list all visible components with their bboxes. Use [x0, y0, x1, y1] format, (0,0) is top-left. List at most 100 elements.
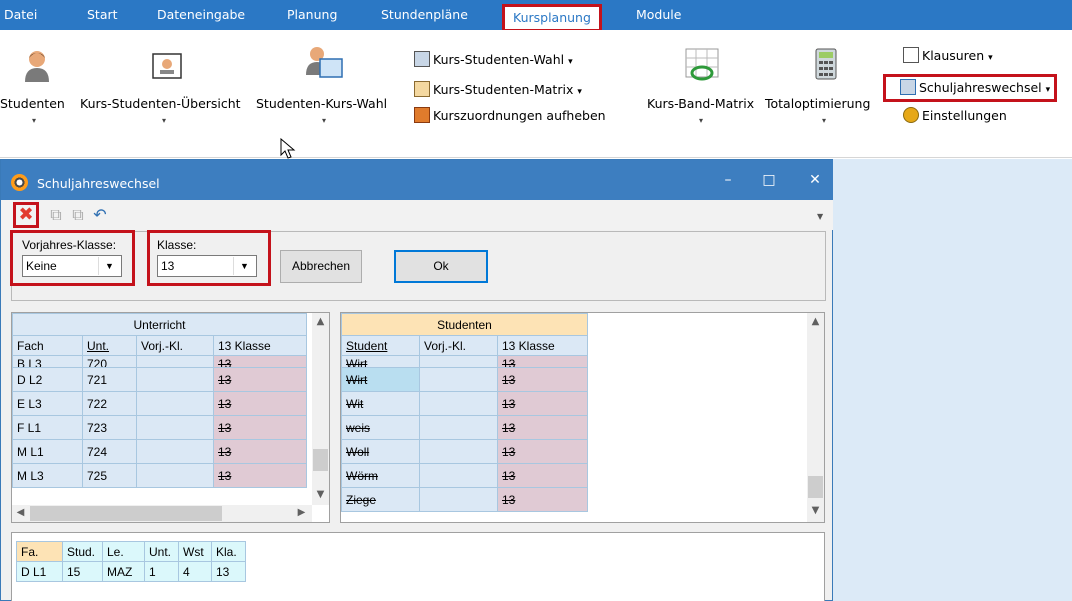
column-header-stud[interactable]: Stud.: [62, 541, 103, 562]
background-area: [833, 159, 1072, 601]
table-row[interactable]: D L2 721 13: [12, 367, 308, 392]
table-row[interactable]: Wirt 13: [341, 355, 589, 368]
chevron-down-icon: ▼: [98, 257, 120, 275]
cell-unt: 723: [82, 415, 137, 440]
vorjahres-klasse-select[interactable]: Keine ▼: [22, 255, 122, 277]
cell-le: MAZ: [102, 561, 145, 582]
horizontal-scrollbar[interactable]: ◀ ▶: [12, 505, 312, 522]
kurs-studenten-matrix-button[interactable]: Kurs-Studenten-Matrix ▾: [414, 80, 582, 100]
cell-vorj: [136, 355, 214, 368]
studenten-table: Studenten Student Vorj.-Kl. 13 Klasse Wi…: [341, 313, 589, 512]
clock-icon: [11, 174, 28, 191]
column-header-unt[interactable]: Unt.: [82, 335, 137, 356]
chevron-down-icon[interactable]: ▼: [807, 505, 824, 516]
ok-button[interactable]: Ok: [394, 250, 488, 283]
cell-student: weis: [341, 415, 420, 440]
undo-icon[interactable]: ↶: [89, 204, 111, 226]
kurs-band-matrix-button[interactable]: Kurs-Band-Matrix ▾: [647, 30, 759, 130]
scrollbar-thumb[interactable]: [808, 476, 823, 498]
chevron-left-icon[interactable]: ◀: [12, 507, 29, 518]
table-row[interactable]: Wit 13: [341, 391, 589, 416]
schuljahreswechsel-label: Schuljahreswechsel: [919, 80, 1042, 95]
ribbon: Studenten ▾ Kurs-Studenten-Übersicht ▾ S…: [0, 30, 1072, 159]
klausuren-label: Klausuren: [922, 48, 985, 63]
minimize-button[interactable]: –: [718, 172, 738, 188]
totaloptimierung-button[interactable]: Totaloptimierung ▾: [765, 30, 883, 130]
column-header-fa[interactable]: Fa.: [16, 541, 63, 562]
maximize-button[interactable]: □: [759, 172, 779, 188]
studenten-kurs-wahl-button[interactable]: Studenten-Kurs-Wahl ▾: [256, 30, 398, 130]
cell-fach: E L3: [12, 391, 83, 416]
column-header-klasse[interactable]: 13 Klasse: [212, 335, 308, 356]
chevron-down-icon: ▾: [162, 116, 167, 125]
copy-icon[interactable]: ⧉: [45, 204, 67, 226]
column-header-unt[interactable]: Unt.: [144, 541, 179, 562]
table-row[interactable]: Wirt 13: [341, 367, 589, 392]
unterricht-group-header: Unterricht: [12, 313, 308, 336]
delete-icon[interactable]: ✖: [13, 202, 39, 228]
table-row[interactable]: weis 13: [341, 415, 589, 440]
vertical-scrollbar[interactable]: ▲ ▼: [312, 313, 329, 505]
table-row[interactable]: Wörm 13: [341, 463, 589, 488]
chevron-down-icon: ▾: [577, 87, 582, 97]
abbrechen-button[interactable]: Abbrechen: [280, 250, 362, 283]
column-header-wst[interactable]: Wst: [178, 541, 212, 562]
chevron-up-icon[interactable]: ▲: [312, 316, 329, 327]
kurszuordnungen-aufheben-button[interactable]: Kurszuordnungen aufheben: [414, 106, 606, 126]
studenten-button[interactable]: Studenten ▾: [0, 30, 72, 130]
table-row[interactable]: F L1 723 13: [12, 415, 308, 440]
column-header-student[interactable]: Student: [341, 335, 420, 356]
table-row[interactable]: E L3 722 13: [12, 391, 308, 416]
kurs-studenten-uebersicht-button[interactable]: Kurs-Studenten-Übersicht ▾: [80, 30, 254, 130]
cell-student: Wit: [341, 391, 420, 416]
paste-icon[interactable]: ⧉: [67, 204, 89, 226]
totaloptimierung-label: Totaloptimierung: [765, 96, 871, 111]
chevron-up-icon[interactable]: ▲: [807, 316, 824, 327]
dialog-titlebar[interactable]: Schuljahreswechsel – □ ✕: [1, 160, 833, 200]
schuljahreswechsel-button[interactable]: Schuljahreswechsel ▾: [883, 74, 1058, 102]
cell-klasse: 13: [496, 439, 589, 464]
cell-student: Wörm: [341, 463, 420, 488]
menu-module[interactable]: Module: [636, 0, 681, 30]
menu-start[interactable]: Start: [87, 0, 118, 30]
menu-planung[interactable]: Planung: [287, 0, 337, 30]
menu-stundenplaene[interactable]: Stundenpläne: [381, 0, 468, 30]
column-header-fach[interactable]: Fach: [12, 335, 83, 356]
column-header-vorj[interactable]: Vorj.-Kl.: [136, 335, 214, 356]
close-button[interactable]: ✕: [805, 172, 825, 188]
vertical-scrollbar[interactable]: ▲ ▼: [807, 313, 824, 522]
studenten-label: Studenten: [0, 96, 65, 111]
column-header-vorj[interactable]: Vorj.-Kl.: [419, 335, 498, 356]
chevron-right-icon[interactable]: ▶: [293, 507, 310, 518]
table-row[interactable]: B L3 720 13: [12, 355, 308, 368]
einstellungen-button[interactable]: Einstellungen: [903, 106, 1007, 126]
detail-panel: Fa. Stud. Le. Unt. Wst Kla. D L1 15 MAZ …: [11, 532, 825, 601]
column-header-kla[interactable]: Kla.: [211, 541, 246, 562]
menu-datei[interactable]: Datei: [4, 0, 37, 30]
cell-klasse: 13: [212, 415, 308, 440]
klasse-select[interactable]: 13 ▼: [157, 255, 257, 277]
cell-klasse: 13: [496, 463, 589, 488]
table-row[interactable]: M L1 724 13: [12, 439, 308, 464]
table-row[interactable]: Ziege 13: [341, 487, 589, 512]
toolbar-overflow-icon[interactable]: ▼: [817, 212, 823, 221]
chevron-down-icon[interactable]: ▼: [312, 489, 329, 500]
scrollbar-thumb[interactable]: [313, 449, 328, 471]
menu-kursplanung[interactable]: Kursplanung: [502, 4, 602, 32]
klausuren-button[interactable]: Klausuren ▾: [903, 46, 993, 66]
table-row[interactable]: D L1 15 MAZ 1 4 13: [16, 561, 246, 582]
table-row[interactable]: M L3 725 13: [12, 463, 308, 488]
cell-student: Ziege: [341, 487, 420, 512]
kurs-studenten-wahl-button[interactable]: Kurs-Studenten-Wahl ▾: [414, 50, 573, 70]
chevron-down-icon: ▾: [988, 53, 993, 63]
chevron-down-icon: ▾: [32, 116, 37, 125]
cell-kla: 13: [211, 561, 246, 582]
table-row[interactable]: Woll 13: [341, 439, 589, 464]
menu-bar: Datei Start Dateneingabe Planung Stunden…: [0, 0, 1072, 32]
column-header-klasse[interactable]: 13 Klasse: [496, 335, 589, 356]
chevron-down-icon: ▼: [233, 257, 255, 275]
menu-dateneingabe[interactable]: Dateneingabe: [157, 0, 245, 30]
cell-unt: 720: [82, 355, 137, 368]
scrollbar-thumb[interactable]: [30, 506, 222, 521]
column-header-le[interactable]: Le.: [102, 541, 145, 562]
